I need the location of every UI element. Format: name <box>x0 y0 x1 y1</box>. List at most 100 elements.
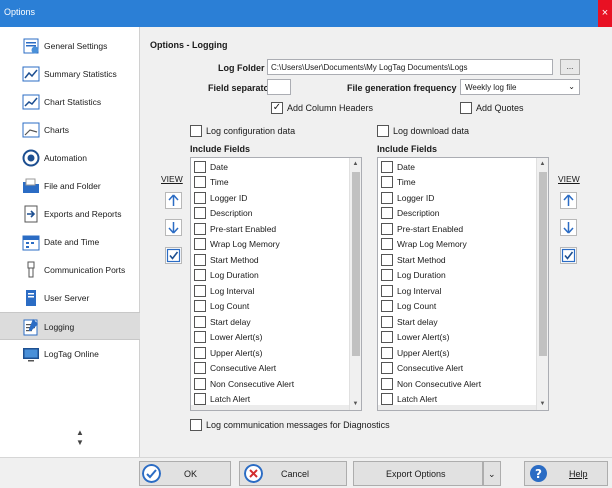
list-item[interactable]: Consecutive Alert <box>378 361 536 376</box>
list-item-checkbox[interactable] <box>381 362 393 374</box>
list-item[interactable]: Log Count <box>191 299 349 314</box>
left-list-scrollbar[interactable]: ▲ ▼ <box>349 158 361 410</box>
list-item[interactable]: Time <box>378 175 536 190</box>
cancel-button[interactable]: Cancel <box>239 461 347 486</box>
log-configuration-checkbox[interactable] <box>190 125 202 137</box>
sidebar-item-communication-ports[interactable]: Communication Ports <box>0 256 140 284</box>
list-item[interactable]: Consecutive Alert <box>191 361 349 376</box>
sidebar-item-chart-statistics[interactable]: Chart Statistics <box>0 88 140 116</box>
scroll-up-icon[interactable]: ▲ <box>537 158 548 170</box>
left-list-hscrollbar[interactable] <box>191 405 349 410</box>
ok-button[interactable]: OK <box>139 461 231 486</box>
list-item-checkbox[interactable] <box>381 393 393 405</box>
log-folder-input[interactable]: C:\Users\User\Documents\My LogTag Docume… <box>267 59 553 75</box>
list-item-checkbox[interactable] <box>381 378 393 390</box>
field-separator-input[interactable] <box>267 79 291 95</box>
list-item-checkbox[interactable] <box>194 192 206 204</box>
list-item-checkbox[interactable] <box>381 285 393 297</box>
list-item-checkbox[interactable] <box>194 223 206 235</box>
list-item[interactable]: Time <box>191 175 349 190</box>
list-item[interactable]: Start Method <box>378 253 536 268</box>
list-item[interactable]: Pre-start Enabled <box>378 222 536 237</box>
sidebar-item-user-server[interactable]: User Server <box>0 284 140 312</box>
sidebar-item-file-and-folder[interactable]: File and Folder <box>0 172 140 200</box>
list-item-checkbox[interactable] <box>381 223 393 235</box>
list-item[interactable]: Logger ID <box>191 191 349 206</box>
list-item[interactable]: Start delay <box>378 315 536 330</box>
list-item-checkbox[interactable] <box>194 161 206 173</box>
log-download-checkbox[interactable] <box>377 125 389 137</box>
list-item[interactable]: Log Duration <box>191 268 349 283</box>
list-item[interactable]: Description <box>191 206 349 221</box>
move-up-button[interactable] <box>165 192 182 209</box>
list-item[interactable]: Logger ID <box>378 191 536 206</box>
list-item[interactable]: Start delay <box>191 315 349 330</box>
list-item-checkbox[interactable] <box>194 269 206 281</box>
list-item[interactable]: Date <box>378 160 536 175</box>
list-item-checkbox[interactable] <box>194 285 206 297</box>
sidebar-item-automation[interactable]: Automation <box>0 144 140 172</box>
list-item-checkbox[interactable] <box>381 347 393 359</box>
list-item[interactable]: Date <box>191 160 349 175</box>
list-item[interactable]: Log Count <box>378 299 536 314</box>
list-item-checkbox[interactable] <box>194 347 206 359</box>
scroll-up-icon[interactable]: ▲ <box>350 158 361 170</box>
list-item[interactable]: Log Interval <box>191 284 349 299</box>
list-item[interactable]: Pre-start Enabled <box>191 222 349 237</box>
scrollbar-thumb[interactable] <box>352 172 360 356</box>
sidebar-scroll-up-icon[interactable]: ▲ <box>76 428 84 437</box>
list-item-checkbox[interactable] <box>194 176 206 188</box>
list-item[interactable]: Log Interval <box>378 284 536 299</box>
select-all-button[interactable] <box>560 247 577 264</box>
export-options-button[interactable]: Export Options <box>353 461 483 486</box>
export-options-dropdown[interactable]: ⌄ <box>483 461 501 486</box>
list-item-checkbox[interactable] <box>381 176 393 188</box>
file-generation-select[interactable]: Weekly log file ⌄ <box>460 79 580 95</box>
sidebar-item-logtag-online[interactable]: LogTag Online <box>0 340 140 368</box>
list-item[interactable]: Lower Alert(s) <box>378 330 536 345</box>
list-item-checkbox[interactable] <box>194 362 206 374</box>
list-item[interactable]: Lower Alert(s) <box>191 330 349 345</box>
close-button[interactable]: × <box>598 0 612 27</box>
list-item-checkbox[interactable] <box>381 207 393 219</box>
sidebar-item-summary-statistics[interactable]: Summary Statistics <box>0 60 140 88</box>
scroll-down-icon[interactable]: ▼ <box>537 398 548 410</box>
list-item-checkbox[interactable] <box>381 161 393 173</box>
right-list-hscrollbar[interactable] <box>378 405 536 410</box>
list-item-checkbox[interactable] <box>381 331 393 343</box>
left-fields-list[interactable]: Date Time Logger ID Description Pre-star… <box>190 157 362 411</box>
sidebar-scroll-down-icon[interactable]: ▼ <box>76 438 84 447</box>
list-item-checkbox[interactable] <box>381 316 393 328</box>
list-item-checkbox[interactable] <box>194 316 206 328</box>
move-down-button[interactable] <box>560 219 577 236</box>
scroll-down-icon[interactable]: ▼ <box>350 398 361 410</box>
add-column-headers-checkbox[interactable]: ✓ <box>271 102 283 114</box>
list-item[interactable]: Description <box>378 206 536 221</box>
move-down-button[interactable] <box>165 219 182 236</box>
list-item[interactable]: Wrap Log Memory <box>378 237 536 252</box>
list-item-checkbox[interactable] <box>381 192 393 204</box>
list-item-checkbox[interactable] <box>381 254 393 266</box>
list-item-checkbox[interactable] <box>194 393 206 405</box>
list-item-checkbox[interactable] <box>194 207 206 219</box>
list-item-checkbox[interactable] <box>381 238 393 250</box>
sidebar-item-exports-and-reports[interactable]: Exports and Reports <box>0 200 140 228</box>
list-item[interactable]: Log Duration <box>378 268 536 283</box>
log-comm-messages-checkbox[interactable] <box>190 419 202 431</box>
sidebar-item-date-and-time[interactable]: Date and Time <box>0 228 140 256</box>
browse-folder-button[interactable]: ... <box>560 59 580 75</box>
list-item-checkbox[interactable] <box>194 300 206 312</box>
right-fields-list[interactable]: Date Time Logger ID Description Pre-star… <box>377 157 549 411</box>
right-list-scrollbar[interactable]: ▲ ▼ <box>536 158 548 410</box>
list-item-checkbox[interactable] <box>194 238 206 250</box>
list-item[interactable]: Non Consecutive Alert <box>378 377 536 392</box>
list-item[interactable]: Upper Alert(s) <box>378 346 536 361</box>
sidebar-item-general-settings[interactable]: General Settings <box>0 32 140 60</box>
sidebar-item-charts[interactable]: Charts <box>0 116 140 144</box>
help-button[interactable]: ? Help <box>524 461 608 486</box>
scrollbar-thumb[interactable] <box>539 172 547 356</box>
list-item-checkbox[interactable] <box>194 331 206 343</box>
list-item[interactable]: Upper Alert(s) <box>191 346 349 361</box>
sidebar-item-logging[interactable]: Logging <box>0 312 140 340</box>
select-all-button[interactable] <box>165 247 182 264</box>
